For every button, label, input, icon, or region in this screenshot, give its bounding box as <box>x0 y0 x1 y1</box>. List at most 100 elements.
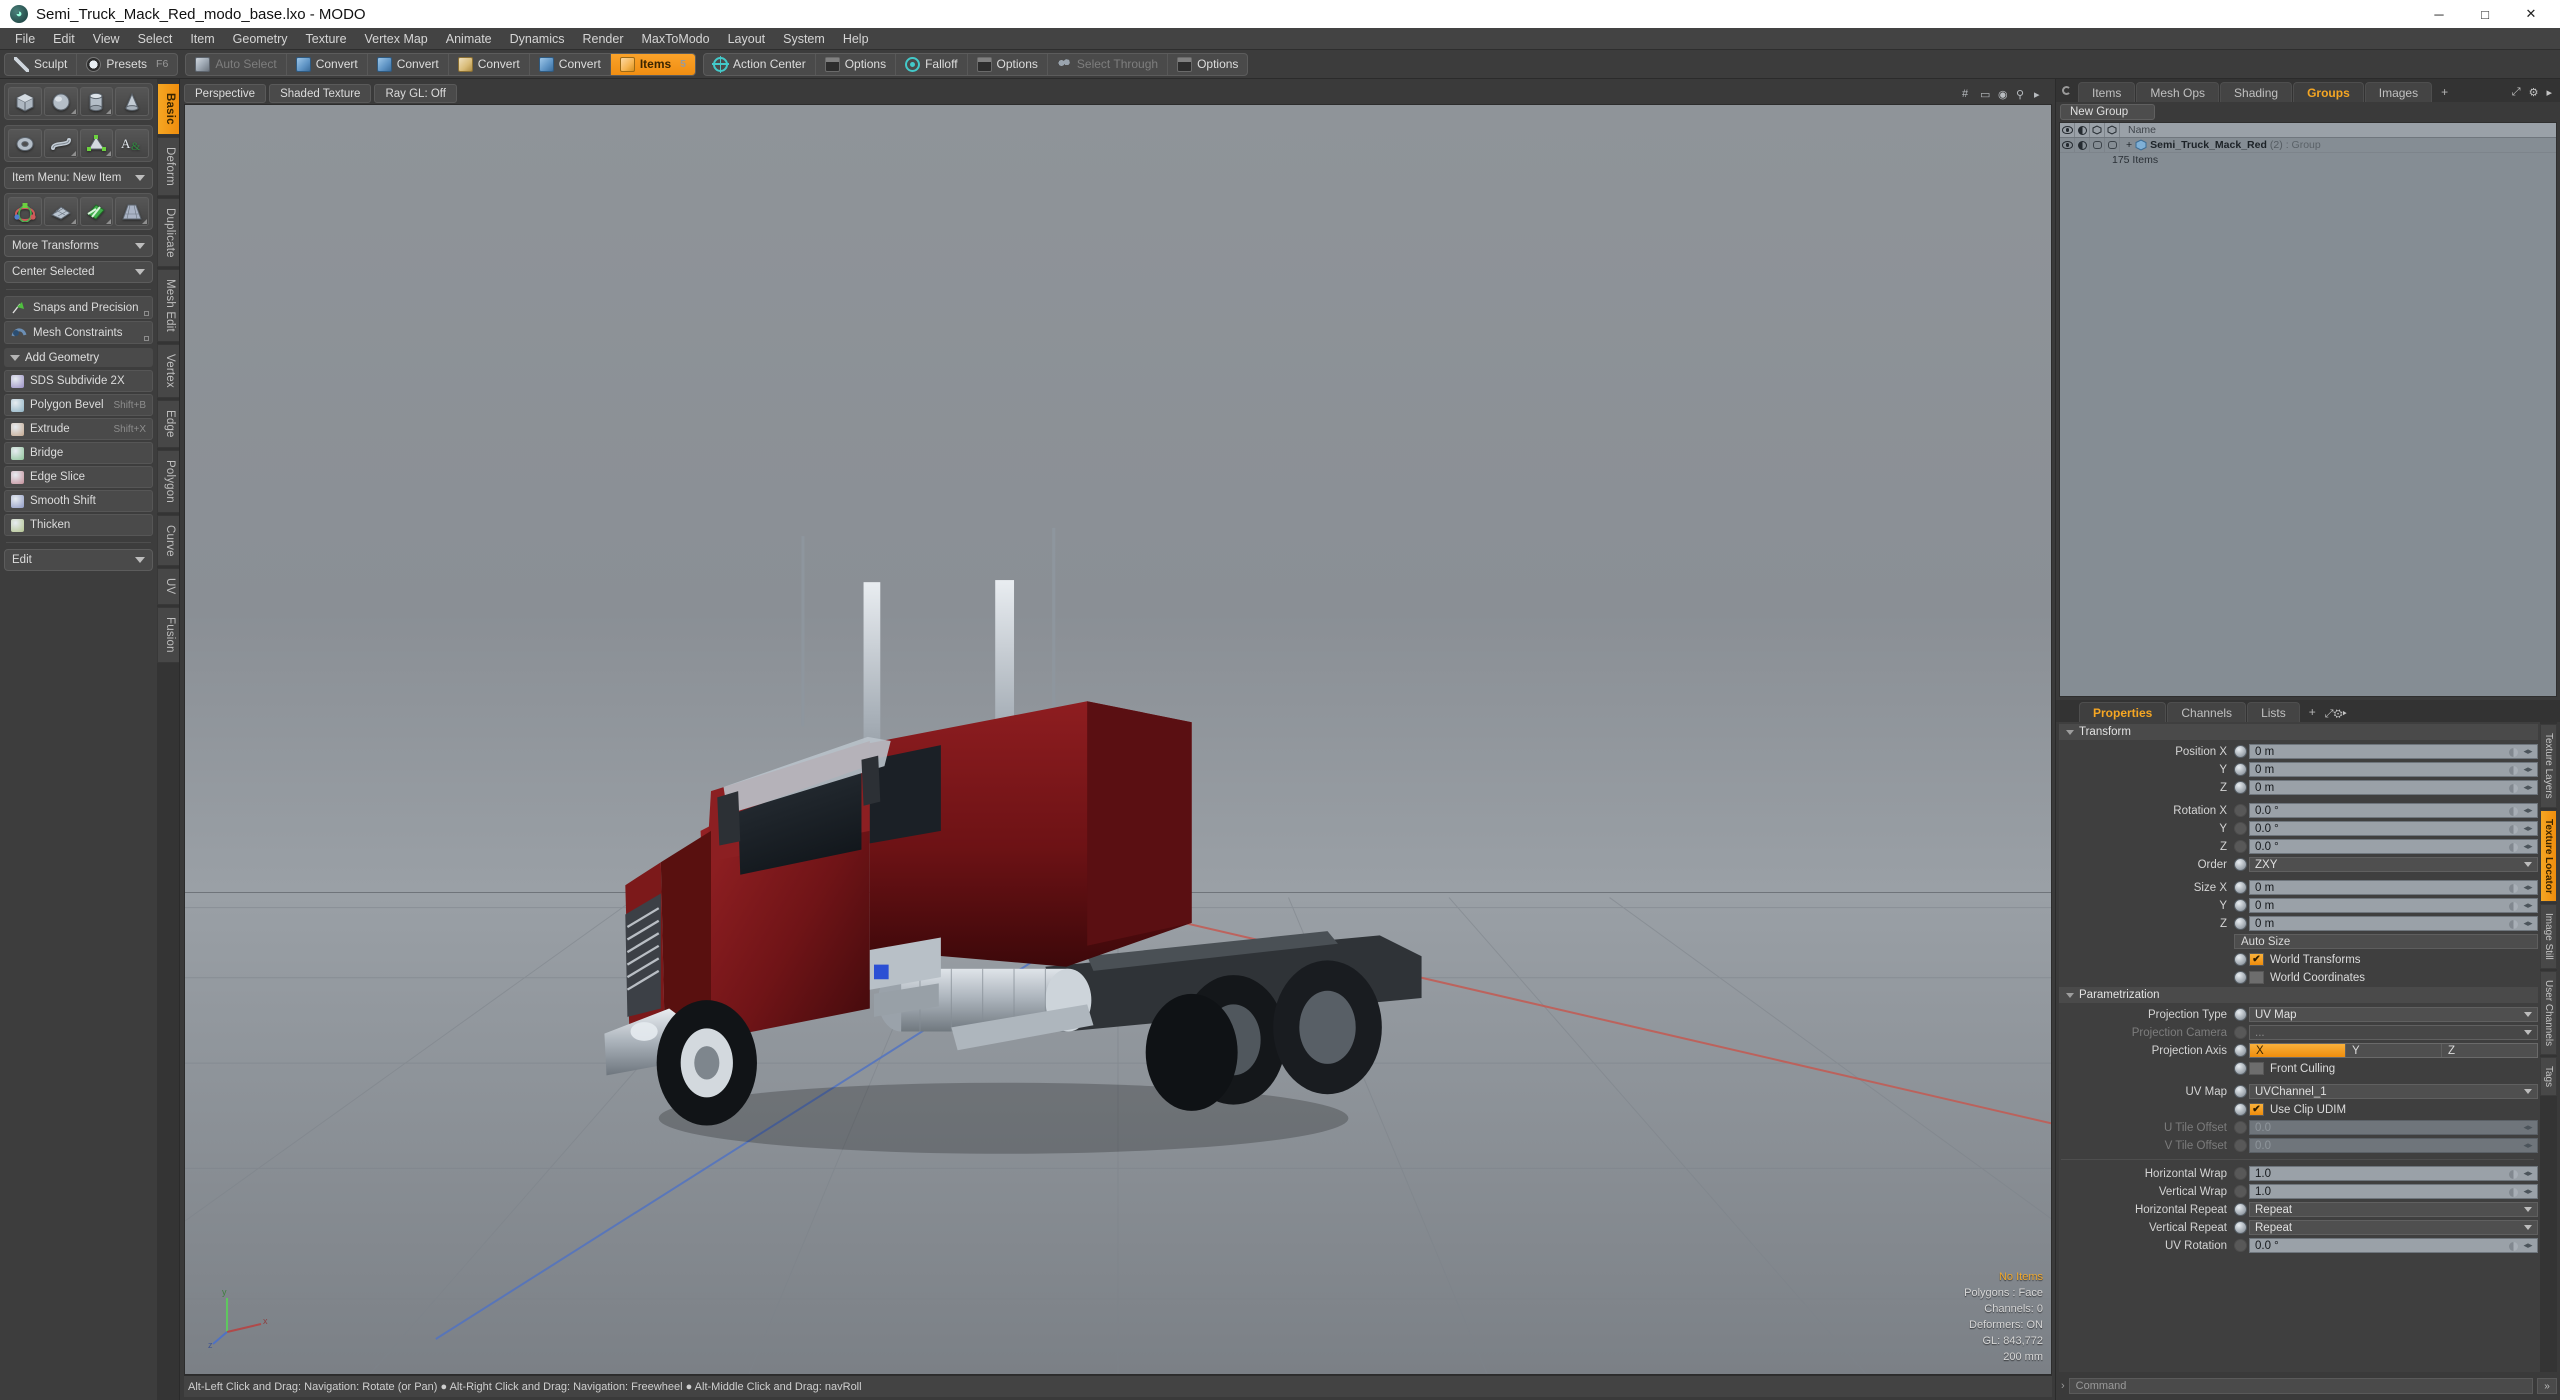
property-dropdown[interactable]: Repeat <box>2249 1202 2538 1217</box>
menu-item-help[interactable]: Help <box>834 29 878 49</box>
property-knob[interactable] <box>2234 1062 2247 1075</box>
spinner-arrows-icon[interactable]: ◂▸ <box>2521 900 2535 911</box>
menu-item-view[interactable]: View <box>84 29 129 49</box>
tool-sds-subdivide-2x[interactable]: SDS Subdivide 2X <box>4 370 153 392</box>
grid-icon[interactable]: # <box>1962 88 1974 100</box>
tab-items[interactable]: Items <box>2078 82 2136 102</box>
group-row-name[interactable]: + Semi_Truck_Mack_Red (2) : Group <box>2120 139 2556 151</box>
magnify-icon[interactable]: ⚲ <box>2016 88 2028 101</box>
tool-bridge[interactable]: Bridge <box>4 442 153 464</box>
popover-handle[interactable] <box>144 311 149 316</box>
property-dropdown[interactable]: UV Map <box>2249 1007 2538 1022</box>
tool-extrude[interactable]: Extrude Shift+X <box>4 418 153 440</box>
snaps-and-precision-button[interactable]: Snaps and Precision <box>4 296 153 319</box>
property-value-field[interactable]: 0 m ◂▸ <box>2249 916 2538 931</box>
camera-icon[interactable]: ◉ <box>1998 88 2010 101</box>
command-input[interactable]: Command <box>2068 1378 2533 1394</box>
menu-item-file[interactable]: File <box>6 29 44 49</box>
menu-item-dynamics[interactable]: Dynamics <box>501 29 574 49</box>
viewport-tab-ray-gl-off[interactable]: Ray GL: Off <box>374 84 457 103</box>
left-tab-edge[interactable]: Edge <box>157 400 179 448</box>
toolbar-falloff-button[interactable]: Falloff <box>896 53 968 75</box>
properties-vtab-user-channels[interactable]: User Channels <box>2540 971 2557 1056</box>
tab-shading[interactable]: Shading <box>2220 82 2293 102</box>
cone-tool[interactable] <box>115 87 149 116</box>
toolbar-sculpt-button[interactable]: Sculpt <box>5 53 78 75</box>
property-knob[interactable] <box>2234 1203 2247 1216</box>
chevron-right-icon[interactable]: ▸ <box>2342 708 2346 720</box>
property-value-field[interactable]: 0.0 ° ◂▸ <box>2249 821 2538 836</box>
toolbar-options-button[interactable]: Options <box>1168 54 1247 75</box>
property-knob[interactable] <box>2234 1044 2247 1057</box>
menu-item-select[interactable]: Select <box>129 29 182 49</box>
property-knob[interactable] <box>2234 804 2247 817</box>
tab-groups[interactable]: Groups <box>2293 82 2364 102</box>
menu-item-vertex-map[interactable]: Vertex Map <box>356 29 437 49</box>
section-transform[interactable]: Transform <box>2059 724 2538 740</box>
chevron-right-icon[interactable]: ▸ <box>2546 86 2552 99</box>
property-knob[interactable] <box>2234 917 2247 930</box>
row-render-toggle[interactable] <box>2090 138 2105 152</box>
property-knob[interactable] <box>2234 1103 2247 1116</box>
menu-item-item[interactable]: Item <box>181 29 223 49</box>
property-knob[interactable] <box>2234 763 2247 776</box>
group-item-tree[interactable]: Name + Semi_Truck_Mack_Red (2) : Group 1… <box>2059 122 2557 697</box>
toolbar-action-center-button[interactable]: Action Center <box>704 53 816 75</box>
spinner-arrows-icon[interactable]: ◂▸ <box>2521 764 2535 775</box>
property-knob[interactable] <box>2234 1167 2247 1180</box>
property-dropdown[interactable]: ZXY <box>2249 857 2538 872</box>
table-row[interactable]: + Semi_Truck_Mack_Red (2) : Group <box>2060 138 2556 153</box>
torus-tool[interactable] <box>8 129 42 158</box>
sphere-tool[interactable] <box>43 87 78 116</box>
checkbox-world-transforms[interactable]: ✔ <box>2249 953 2264 966</box>
item-menu-dropdown[interactable]: Item Menu: New Item <box>4 167 153 189</box>
left-tab-duplicate[interactable]: Duplicate <box>157 197 179 268</box>
toolbar-convert-button[interactable]: Convert <box>287 53 368 75</box>
toolbar-convert-button[interactable]: Convert <box>368 53 449 75</box>
spinner-arrows-icon[interactable]: ◂▸ <box>2521 823 2535 834</box>
property-knob[interactable] <box>2234 1139 2247 1152</box>
property-knob[interactable] <box>2234 1026 2247 1039</box>
menu-item-system[interactable]: System <box>774 29 834 49</box>
prism-tool[interactable] <box>79 129 114 158</box>
property-value-field[interactable]: 0 m ◂▸ <box>2249 744 2538 759</box>
property-value-field[interactable]: 1.0 ◂▸ <box>2249 1184 2538 1199</box>
left-tab-polygon[interactable]: Polygon <box>157 449 179 513</box>
cylinder-tool[interactable] <box>79 87 114 116</box>
property-knob[interactable] <box>2234 781 2247 794</box>
edit-dropdown[interactable]: Edit <box>4 549 153 571</box>
spinner-arrows-icon[interactable]: ◂▸ <box>2521 841 2535 852</box>
property-knob[interactable] <box>2234 1185 2247 1198</box>
property-knob[interactable] <box>2234 1239 2247 1252</box>
property-knob[interactable] <box>2234 858 2247 871</box>
viewport-tab-shaded-texture[interactable]: Shaded Texture <box>269 84 372 103</box>
tab-mesh-ops[interactable]: Mesh Ops <box>2136 82 2220 102</box>
toolbar-items-button[interactable]: Items 5 <box>610 53 696 75</box>
row-visibility-toggle[interactable] <box>2060 138 2075 152</box>
left-tab-vertex[interactable]: Vertex <box>157 344 179 399</box>
property-knob[interactable] <box>2234 840 2247 853</box>
property-value-field[interactable]: 0 m ◂▸ <box>2249 780 2538 795</box>
property-knob[interactable] <box>2234 1008 2247 1021</box>
properties-tab-lists[interactable]: Lists <box>2247 702 2300 722</box>
center-selected-dropdown[interactable]: Center Selected <box>4 261 153 283</box>
property-value-field[interactable]: 0 m ◂▸ <box>2249 898 2538 913</box>
left-tab-basic[interactable]: Basic <box>157 83 179 135</box>
text-tool[interactable]: A & <box>115 129 149 158</box>
toolbar-options-button[interactable]: Options <box>816 53 897 75</box>
property-knob[interactable] <box>2234 822 2247 835</box>
expand-icon[interactable]: ⤢ <box>2512 86 2521 99</box>
property-knob[interactable] <box>2234 971 2247 984</box>
property-value-field[interactable]: 1.0 ◂▸ <box>2249 1166 2538 1181</box>
popover-handle[interactable] <box>144 336 149 341</box>
minimize-button[interactable]: ─ <box>2416 0 2462 28</box>
menu-item-texture[interactable]: Texture <box>297 29 356 49</box>
menu-item-layout[interactable]: Layout <box>719 29 775 49</box>
spinner-arrows-icon[interactable]: ◂▸ <box>2521 882 2535 893</box>
auto-size-button[interactable]: Auto Size <box>2234 934 2538 949</box>
properties-vtab-tags[interactable]: Tags <box>2540 1057 2557 1097</box>
axis-option-x[interactable]: X <box>2250 1044 2346 1057</box>
close-button[interactable]: ✕ <box>2508 0 2554 28</box>
spinner-arrows-icon[interactable]: ◂▸ <box>2521 1240 2535 1251</box>
new-group-button[interactable]: New Group <box>2060 104 2155 120</box>
